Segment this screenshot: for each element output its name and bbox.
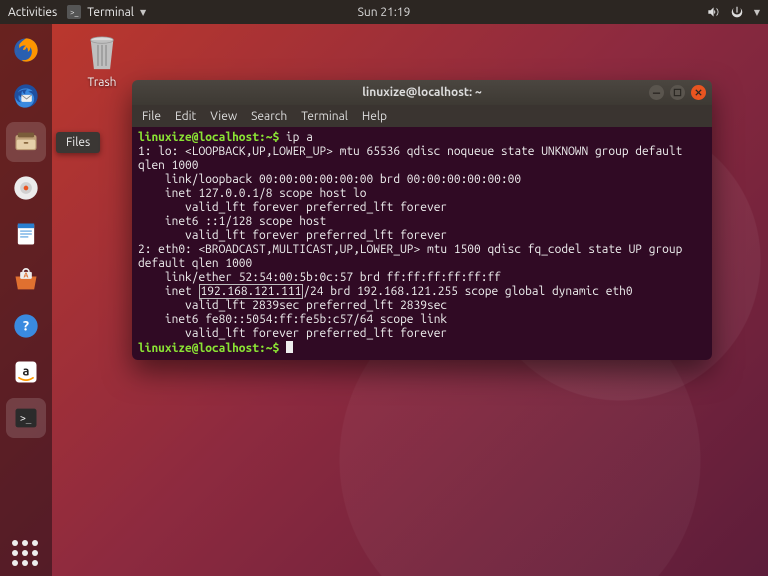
launcher-amazon[interactable]: a bbox=[6, 352, 46, 392]
app-menu-label: Terminal bbox=[87, 6, 134, 19]
clock[interactable]: Sun 21:19 bbox=[358, 6, 411, 19]
desktop-trash[interactable]: Trash bbox=[72, 32, 132, 89]
desktop-trash-label: Trash bbox=[72, 76, 132, 89]
top-bar: Activities >_ Terminal ▼ Sun 21:19 ▼ bbox=[0, 0, 768, 24]
trash-icon bbox=[82, 32, 122, 74]
terminal-output[interactable]: linuxize@localhost:~$ ip a 1: lo: <LOOPB… bbox=[132, 127, 712, 360]
window-maximize-button[interactable] bbox=[670, 85, 685, 100]
launcher-terminal[interactable]: >_ bbox=[6, 398, 46, 438]
svg-text:A: A bbox=[24, 272, 29, 280]
terminal-window: linuxize@localhost: ~ File Edit View Sea… bbox=[132, 80, 712, 360]
launcher-files[interactable] bbox=[6, 122, 46, 162]
menu-view[interactable]: View bbox=[210, 110, 237, 123]
launcher-thunderbird[interactable] bbox=[6, 76, 46, 116]
terminal-cursor bbox=[286, 341, 293, 353]
svg-text:>_: >_ bbox=[20, 414, 32, 425]
window-close-button[interactable] bbox=[691, 85, 706, 100]
highlighted-ip: 192.168.121.111 bbox=[199, 284, 304, 299]
menu-search[interactable]: Search bbox=[251, 110, 287, 123]
tooltip-files: Files bbox=[56, 132, 100, 153]
menu-file[interactable]: File bbox=[142, 110, 161, 123]
svg-text:?: ? bbox=[23, 318, 29, 334]
menu-edit[interactable]: Edit bbox=[175, 110, 196, 123]
menu-help[interactable]: Help bbox=[362, 110, 387, 123]
volume-icon[interactable] bbox=[706, 5, 720, 19]
window-titlebar[interactable]: linuxize@localhost: ~ bbox=[132, 80, 712, 105]
launcher-firefox[interactable] bbox=[6, 30, 46, 70]
launcher-help[interactable]: ? bbox=[6, 306, 46, 346]
show-applications-button[interactable] bbox=[12, 540, 38, 566]
chevron-down-icon: ▼ bbox=[140, 8, 146, 17]
window-minimize-button[interactable] bbox=[649, 85, 664, 100]
activities-button[interactable]: Activities bbox=[8, 6, 57, 19]
menu-terminal[interactable]: Terminal bbox=[301, 110, 348, 123]
power-icon[interactable] bbox=[730, 5, 744, 19]
launcher-writer[interactable] bbox=[6, 214, 46, 254]
app-menu[interactable]: >_ Terminal ▼ bbox=[67, 5, 146, 19]
svg-text:a: a bbox=[23, 365, 30, 379]
launcher-rhythmbox[interactable] bbox=[6, 168, 46, 208]
terminal-menubar: File Edit View Search Terminal Help bbox=[132, 105, 712, 127]
launcher: A ? a >_ bbox=[0, 24, 52, 576]
launcher-software[interactable]: A bbox=[6, 260, 46, 300]
window-title: linuxize@localhost: ~ bbox=[362, 86, 482, 99]
terminal-icon: >_ bbox=[67, 5, 81, 19]
chevron-down-icon[interactable]: ▼ bbox=[754, 8, 760, 17]
